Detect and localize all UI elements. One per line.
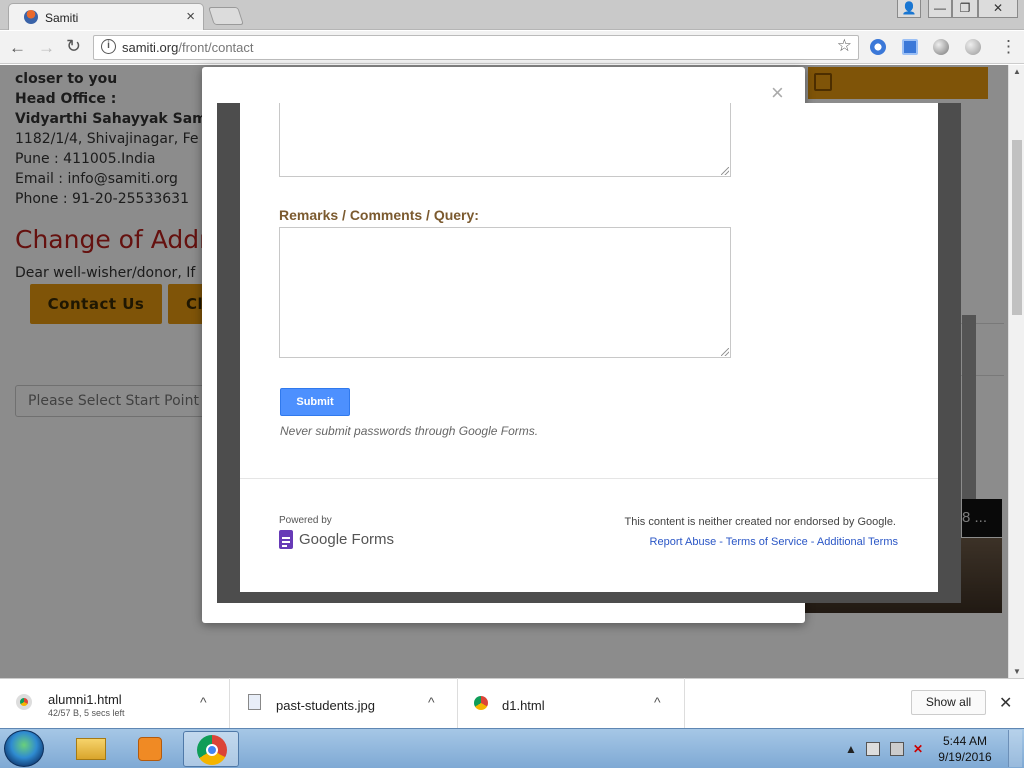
chrome-menu-icon[interactable]: ⋮ <box>1000 37 1017 57</box>
form-footer-divider <box>240 478 938 479</box>
not-endorsed-text: This content is neither created nor endo… <box>624 516 897 528</box>
link-separator: - <box>716 536 726 548</box>
terms-of-service-link[interactable]: Terms of Service <box>726 536 808 548</box>
reload-button[interactable]: ↻ <box>66 36 81 57</box>
chrome-icon <box>474 696 488 710</box>
media-player-icon <box>138 737 162 761</box>
google-forms-wordmark: Google Forms <box>299 531 395 548</box>
tab-close-icon[interactable]: × <box>186 8 195 25</box>
folder-icon <box>76 738 106 760</box>
site-info-icon[interactable]: i <box>101 39 116 54</box>
back-button[interactable]: ← <box>9 38 26 58</box>
tray-overflow-icon[interactable]: ▲ <box>845 742 859 756</box>
download-name: past-students.jpg <box>276 698 376 713</box>
clock-time: 5:44 AM <box>942 734 988 748</box>
download-name: d1.html <box>502 698 545 713</box>
extension-1-icon[interactable] <box>870 39 886 55</box>
address-bar[interactable]: i samiti.org/front/contact ☆ <box>93 35 859 60</box>
resize-grip-icon[interactable] <box>721 348 729 356</box>
show-desktop-button[interactable] <box>1008 730 1022 767</box>
system-clock[interactable]: 5:44 AM 9/19/2016 <box>930 733 1000 765</box>
extension-3-icon[interactable] <box>933 39 949 55</box>
chevron-up-icon[interactable]: ^ <box>654 694 661 710</box>
network-icon[interactable] <box>890 742 904 756</box>
footer-links: Report Abuse - Terms of Service - Additi… <box>590 536 898 548</box>
chrome-taskbar-button[interactable] <box>183 731 239 767</box>
download-name: alumni1.html <box>48 692 122 707</box>
resize-grip-icon[interactable] <box>721 167 729 175</box>
chevron-up-icon[interactable]: ^ <box>200 694 207 710</box>
google-forms-icon <box>279 530 293 549</box>
modal-close-icon[interactable]: × <box>771 82 784 104</box>
window-close-button[interactable]: ✕ <box>978 0 1018 18</box>
explorer-taskbar-button[interactable] <box>62 731 118 767</box>
remarks-textarea[interactable] <box>279 227 731 358</box>
download-status: 42/57 B, 5 secs left <box>48 708 125 718</box>
scroll-down-icon[interactable]: ▼ <box>1013 667 1021 676</box>
download-item[interactable]: alumni1.html 42/57 B, 5 secs left ^ <box>0 678 230 728</box>
link-separator: - <box>807 536 817 548</box>
url-text: samiti.org/front/contact <box>122 40 254 55</box>
chrome-icon <box>197 735 227 765</box>
show-all-downloads-button[interactable]: Show all <box>911 690 986 715</box>
scroll-up-icon[interactable]: ▲ <box>1013 67 1021 76</box>
submit-button[interactable]: Submit <box>280 388 350 416</box>
additional-terms-link[interactable]: Additional Terms <box>817 536 898 548</box>
minimize-button[interactable]: — <box>928 0 952 18</box>
tab-title: Samiti <box>45 11 79 25</box>
forward-button[interactable]: → <box>38 38 55 58</box>
previous-textarea[interactable] <box>279 103 731 177</box>
chrome-icon <box>16 694 32 710</box>
image-file-icon <box>248 694 261 710</box>
url-domain: samiti.org <box>122 40 179 55</box>
maximize-button[interactable]: ❐ <box>952 0 978 18</box>
powered-by-text: Powered by <box>279 515 332 526</box>
tab-samiti[interactable]: Samiti × <box>8 3 204 30</box>
windows-start-icon[interactable] <box>4 730 44 767</box>
chevron-up-icon[interactable]: ^ <box>428 694 435 710</box>
scroll-thumb[interactable] <box>1012 140 1022 315</box>
media-player-taskbar-button[interactable] <box>122 731 178 767</box>
samiti-favicon-icon <box>24 10 38 24</box>
extension-4-icon[interactable] <box>965 39 981 55</box>
report-abuse-link[interactable]: Report Abuse <box>650 536 717 548</box>
download-item[interactable]: past-students.jpg ^ <box>230 678 458 728</box>
extension-2-icon[interactable] <box>902 39 918 55</box>
volume-muted-icon[interactable]: ✕ <box>913 742 927 756</box>
page-scrollbar[interactable]: ▲ ▼ <box>1008 65 1024 678</box>
close-downloads-icon[interactable]: ✕ <box>999 693 1012 713</box>
clock-date: 9/19/2016 <box>938 750 992 764</box>
password-warning: Never submit passwords through Google Fo… <box>280 424 539 438</box>
url-path: /front/contact <box>178 40 254 55</box>
download-item[interactable]: d1.html ^ <box>458 678 685 728</box>
bookmark-star-icon[interactable]: ☆ <box>837 36 852 56</box>
user-profile-icon[interactable]: 👤 <box>897 0 921 18</box>
remarks-label: Remarks / Comments / Query: <box>279 207 479 223</box>
new-tab-button[interactable] <box>208 7 244 25</box>
action-center-icon[interactable] <box>866 742 880 756</box>
